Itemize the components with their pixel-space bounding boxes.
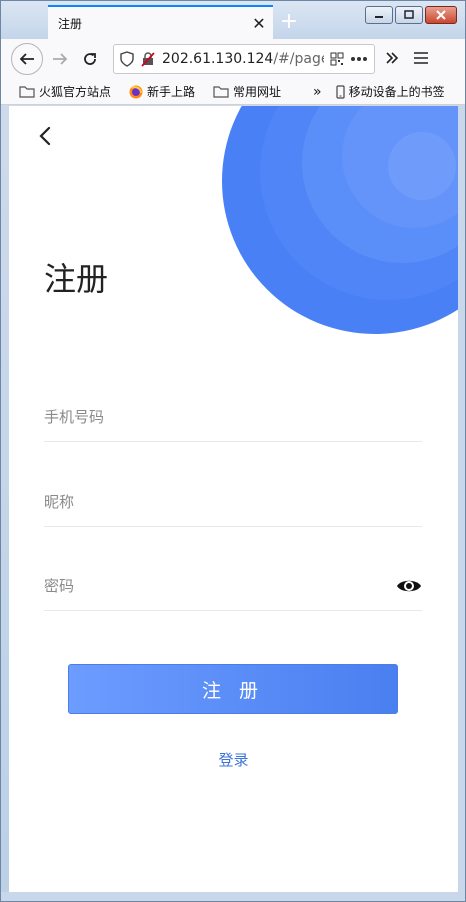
eye-icon[interactable]	[396, 577, 422, 595]
phone-input[interactable]	[44, 407, 422, 426]
bookmark-label: 火狐官方站点	[39, 85, 112, 99]
password-field	[44, 561, 422, 611]
page-viewport: 注册 注 册 登录	[9, 106, 458, 892]
mobile-device-icon	[336, 84, 345, 99]
more-actions-icon[interactable]	[350, 56, 368, 62]
double-chevron-icon	[386, 51, 399, 64]
maximize-icon	[404, 10, 414, 19]
minimize-button[interactable]	[365, 6, 393, 24]
url-bar[interactable]: 202.61.130.124/#/page	[113, 44, 375, 74]
nickname-input[interactable]	[44, 492, 422, 511]
back-arrow-icon	[19, 53, 34, 65]
reload-icon	[84, 53, 96, 65]
url-host: 202.61.130.124	[162, 51, 274, 67]
tab-strip: 注册 ✕ +	[1, 1, 465, 39]
minimize-icon	[375, 16, 383, 18]
tab-active[interactable]: 注册 ✕	[48, 5, 273, 39]
url-text: 202.61.130.124/#/page	[162, 51, 324, 67]
qr-code-icon[interactable]	[330, 52, 344, 66]
nickname-field	[44, 477, 422, 527]
tab-close-icon[interactable]: ✕	[245, 14, 273, 33]
hamburger-icon	[414, 51, 428, 64]
window-border-bottom	[1, 892, 465, 901]
reload-button[interactable]	[75, 44, 105, 74]
close-icon	[436, 10, 446, 20]
new-tab-button[interactable]: +	[277, 9, 301, 35]
bookmark-item[interactable]: 常用网址	[213, 83, 281, 100]
bookmark-label: 常用网址	[233, 85, 282, 99]
close-window-button[interactable]	[425, 6, 457, 24]
forward-arrow-icon	[53, 53, 68, 65]
login-link[interactable]: 登录	[9, 749, 458, 770]
decorative-circles	[222, 106, 458, 334]
navigation-bar: 202.61.130.124/#/page	[1, 39, 465, 79]
forward-button[interactable]	[45, 44, 75, 74]
firefox-icon	[129, 85, 143, 98]
mobile-bookmarks-label: 移动设备上的书签	[348, 85, 445, 99]
app-menu-button[interactable]	[413, 49, 429, 70]
shield-icon	[120, 51, 134, 67]
insecure-lock-icon	[141, 52, 155, 67]
register-button[interactable]: 注 册	[68, 664, 398, 714]
back-button[interactable]	[11, 43, 43, 75]
bookmark-item[interactable]: 新手上路	[129, 83, 195, 100]
maximize-button[interactable]	[395, 6, 423, 24]
back-chevron-icon[interactable]	[35, 124, 57, 148]
page-title: 注册	[44, 260, 109, 298]
folder-icon	[213, 86, 229, 98]
bookmark-item[interactable]: 火狐官方站点	[19, 83, 111, 100]
mobile-bookmarks[interactable]: 移动设备上的书签	[336, 83, 445, 100]
window-border-right	[458, 106, 465, 892]
password-input[interactable]	[44, 576, 396, 595]
bookmark-label: 新手上路	[147, 85, 196, 99]
url-path: /#/page	[273, 51, 324, 67]
phone-field	[44, 392, 422, 442]
tab-title: 注册	[58, 16, 83, 31]
folder-icon	[19, 86, 35, 98]
window-controls	[365, 6, 457, 24]
bookmarks-more-button[interactable]: »	[313, 84, 322, 100]
bookmarks-bar: 火狐官方站点 新手上路 常用网址 » 移动设备上的书签	[1, 79, 465, 105]
toolbar-overflow-button[interactable]	[385, 50, 399, 69]
